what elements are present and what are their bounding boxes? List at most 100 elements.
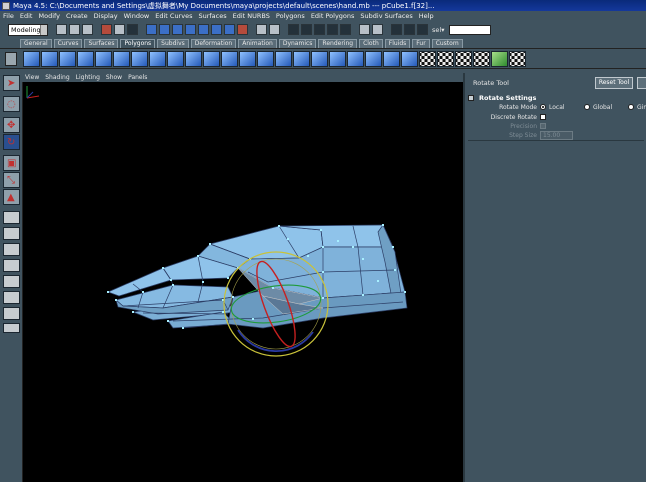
- tab-subdivs[interactable]: Subdivs: [157, 39, 189, 48]
- custom-layout-icon[interactable]: [3, 307, 20, 320]
- uv-automatic-map-icon[interactable]: [473, 51, 490, 67]
- select-by-component-icon[interactable]: [127, 24, 138, 35]
- make-live-icon[interactable]: [340, 24, 351, 35]
- mask-misc-icon[interactable]: [237, 24, 248, 35]
- mask-dynamics-icon[interactable]: [211, 24, 222, 35]
- poly-bevel-icon[interactable]: [221, 51, 238, 67]
- render-icon[interactable]: [391, 24, 402, 35]
- render-globals-icon[interactable]: [417, 24, 428, 35]
- reset-tool-button[interactable]: Reset Tool: [595, 77, 633, 89]
- menu-create[interactable]: Create: [66, 12, 88, 20]
- tab-dynamics[interactable]: Dynamics: [278, 39, 317, 48]
- poly-separate-icon[interactable]: [257, 51, 274, 67]
- poly-wedge-icon[interactable]: [347, 51, 364, 67]
- tab-cloth[interactable]: Cloth: [359, 39, 383, 48]
- poly-duplicate-face-icon[interactable]: [365, 51, 382, 67]
- last-tool-icon[interactable]: ▲: [3, 189, 20, 205]
- tab-curves[interactable]: Curves: [53, 39, 83, 48]
- four-view-layout-icon[interactable]: [3, 227, 20, 240]
- mask-handles-icon[interactable]: [146, 24, 157, 35]
- poly-append-icon[interactable]: [311, 51, 328, 67]
- quick-selection-input[interactable]: [449, 24, 492, 35]
- tool-help-button[interactable]: [637, 77, 646, 89]
- tab-fur[interactable]: Fur: [412, 39, 430, 48]
- mask-rendering-icon[interactable]: [224, 24, 235, 35]
- rotate-mode-global-radio[interactable]: [584, 104, 590, 110]
- tab-animation[interactable]: Animation: [238, 39, 277, 48]
- viewport-menu-show[interactable]: Show: [106, 74, 122, 81]
- uv-texture-editor-icon[interactable]: [509, 51, 526, 67]
- menu-set-selector[interactable]: Modeling: [8, 23, 48, 36]
- save-scene-icon[interactable]: [82, 24, 93, 35]
- snap-curve-icon[interactable]: [301, 24, 312, 35]
- menu-window[interactable]: Window: [124, 12, 150, 20]
- input-output-icon[interactable]: [372, 24, 383, 35]
- discrete-rotate-checkbox[interactable]: [540, 114, 546, 120]
- poly-torus-icon[interactable]: [113, 51, 130, 67]
- uv-cylindrical-map-icon[interactable]: [437, 51, 454, 67]
- rotate-settings-section[interactable]: Rotate Settings: [468, 93, 646, 102]
- scene-canvas[interactable]: [23, 82, 463, 482]
- select-by-hierarchy-icon[interactable]: [101, 24, 112, 35]
- uv-planar-map-icon[interactable]: [419, 51, 436, 67]
- tab-custom[interactable]: Custom: [431, 39, 463, 48]
- ipr-render-icon[interactable]: [404, 24, 415, 35]
- menu-subdiv-surfaces[interactable]: Subdiv Surfaces: [360, 12, 412, 20]
- poly-create-icon[interactable]: [329, 51, 346, 67]
- move-tool-icon[interactable]: ✥: [3, 117, 20, 133]
- poly-combine-icon[interactable]: [239, 51, 256, 67]
- history-icon[interactable]: [359, 24, 370, 35]
- viewport-menu-shading[interactable]: Shading: [45, 74, 69, 81]
- lock-selection-icon[interactable]: [256, 24, 267, 35]
- poly-mirror-icon[interactable]: [275, 51, 292, 67]
- poly-plane-icon[interactable]: [95, 51, 112, 67]
- manipulator-tool-icon[interactable]: ⤡: [3, 172, 20, 188]
- tab-general[interactable]: General: [20, 39, 52, 48]
- persp-outliner-layout-icon[interactable]: [3, 275, 20, 288]
- mask-surfaces-icon[interactable]: [185, 24, 196, 35]
- poly-split-icon[interactable]: [167, 51, 184, 67]
- menu-polygons[interactable]: Polygons: [276, 12, 305, 20]
- hypershade-layout-icon[interactable]: [3, 291, 20, 304]
- select-by-object-icon[interactable]: [114, 24, 125, 35]
- menu-edit[interactable]: Edit: [20, 12, 33, 20]
- collapse-triangle-icon[interactable]: [468, 94, 474, 101]
- viewport-menu-view[interactable]: View: [25, 74, 39, 81]
- selection-mode-label[interactable]: sel▾: [432, 26, 444, 34]
- tab-surfaces[interactable]: Surfaces: [84, 39, 119, 48]
- perspective-viewport[interactable]: [22, 82, 463, 482]
- chevron-down-icon[interactable]: [40, 24, 47, 35]
- tab-rendering[interactable]: Rendering: [318, 39, 358, 48]
- poly-cone-icon[interactable]: [77, 51, 94, 67]
- snap-point-icon[interactable]: [314, 24, 325, 35]
- menu-file[interactable]: File: [3, 12, 14, 20]
- menu-surfaces[interactable]: Surfaces: [198, 12, 226, 20]
- poly-cut-icon[interactable]: [401, 51, 418, 67]
- uv-spherical-map-icon[interactable]: [455, 51, 472, 67]
- poly-normals-icon[interactable]: [293, 51, 310, 67]
- rotate-mode-gimbal-radio[interactable]: [628, 104, 634, 110]
- single-perspective-layout-icon[interactable]: [3, 211, 20, 224]
- side-by-side-layout-icon[interactable]: [3, 243, 20, 256]
- scale-tool-icon[interactable]: ▣: [3, 155, 20, 171]
- menu-help[interactable]: Help: [419, 12, 434, 20]
- tab-fluids[interactable]: Fluids: [384, 39, 411, 48]
- persp-graph-layout-icon[interactable]: [3, 259, 20, 272]
- rotate-mode-local-radio[interactable]: [540, 104, 546, 110]
- highlight-selection-icon[interactable]: [269, 24, 280, 35]
- menu-edit-polygons[interactable]: Edit Polygons: [311, 12, 355, 20]
- select-tool-icon[interactable]: ➤: [3, 75, 20, 91]
- menu-edit-nurbs[interactable]: Edit NURBS: [233, 12, 270, 20]
- poly-extrude-face-icon[interactable]: [131, 51, 148, 67]
- lasso-tool-icon[interactable]: ◌: [3, 96, 20, 112]
- poly-sphere-icon[interactable]: [23, 51, 40, 67]
- poly-extract-icon[interactable]: [383, 51, 400, 67]
- poly-extrude-edge-icon[interactable]: [149, 51, 166, 67]
- menu-display[interactable]: Display: [94, 12, 118, 20]
- poly-cube-icon[interactable]: [41, 51, 58, 67]
- open-scene-icon[interactable]: [69, 24, 80, 35]
- mask-joints-icon[interactable]: [159, 24, 170, 35]
- viewport-menu-lighting[interactable]: Lighting: [76, 74, 100, 81]
- layout-menu-icon[interactable]: [3, 323, 20, 333]
- poly-paint-icon[interactable]: [491, 51, 508, 67]
